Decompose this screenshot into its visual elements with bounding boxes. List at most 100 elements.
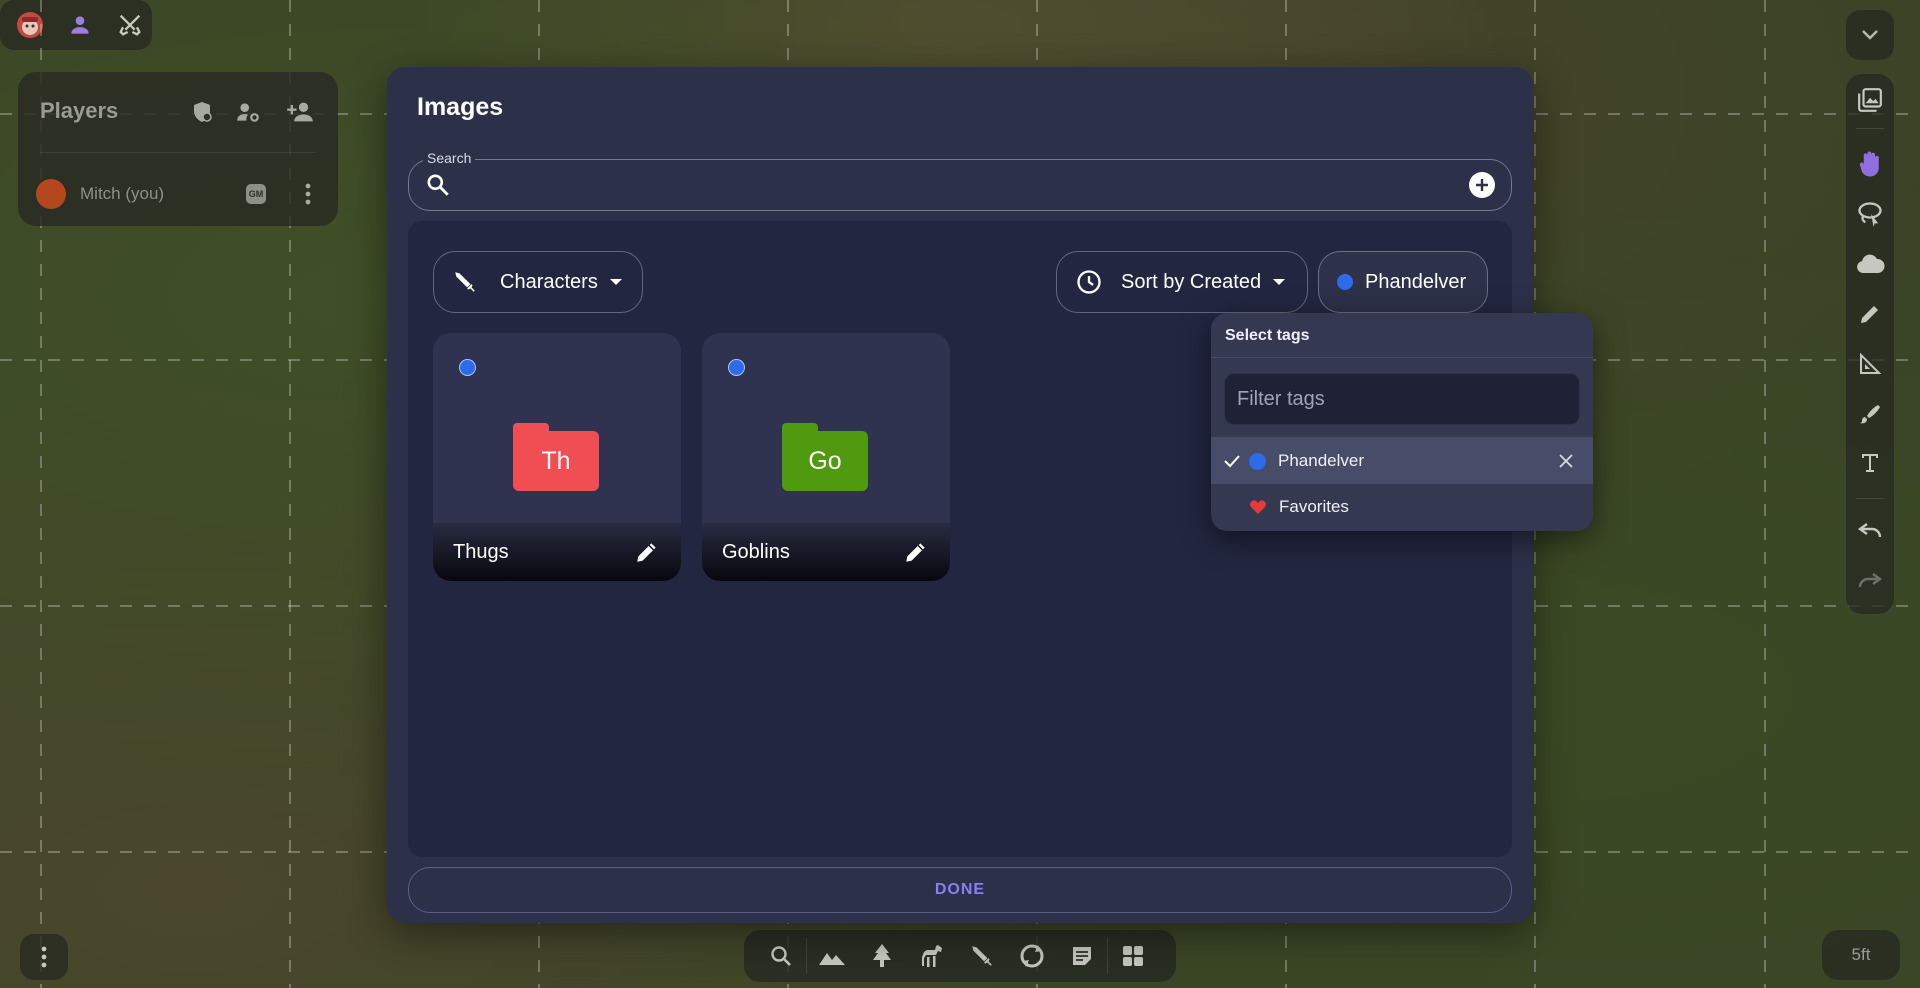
player-name: Mitch (you) <box>80 184 165 203</box>
avatar <box>36 179 66 209</box>
maps-button[interactable] <box>807 934 857 978</box>
players-divider <box>40 152 316 153</box>
undo-icon <box>1857 523 1882 538</box>
redo-icon <box>1858 573 1883 588</box>
players-title: Players <box>40 98 119 123</box>
caret-down-icon <box>609 279 622 285</box>
search-label: Search <box>423 150 476 166</box>
dialog-title: Images <box>417 93 504 121</box>
measure-tool[interactable] <box>1846 342 1894 386</box>
attachments-button[interactable] <box>1007 934 1057 978</box>
move-tool[interactable] <box>1846 142 1894 186</box>
redo-button[interactable] <box>1846 558 1894 602</box>
extensions-button[interactable] <box>1108 934 1158 978</box>
pencil-icon <box>1861 306 1878 323</box>
hand-icon <box>1859 151 1879 177</box>
fog-cloud-tool[interactable] <box>1846 242 1894 286</box>
tag-option-label: Favorites <box>1279 497 1349 516</box>
crossed-swords-icon[interactable] <box>108 3 152 47</box>
brush-icon <box>1860 405 1880 424</box>
card-footer: Thugs <box>433 523 681 581</box>
menu-collapse-button[interactable] <box>1846 10 1894 60</box>
image-icon <box>1858 88 1882 112</box>
images-tool[interactable] <box>1846 78 1894 122</box>
drawing-tool[interactable] <box>1846 292 1894 336</box>
props-button[interactable] <box>857 934 907 978</box>
player-row[interactable]: Mitch (you) GM <box>36 172 320 216</box>
category-select[interactable]: Characters <box>433 251 643 313</box>
add-player-icon[interactable] <box>284 96 316 128</box>
sort-select[interactable]: Sort by Created <box>1056 251 1308 313</box>
tree-icon <box>873 944 891 967</box>
tag-filter-label: Phandelver <box>1365 270 1467 293</box>
category-label: Characters <box>500 270 598 293</box>
tag-filter-button[interactable]: Phandelver <box>1318 251 1488 313</box>
tag-color-dot <box>1337 274 1353 290</box>
folder-card[interactable]: Th Thugs <box>433 333 681 581</box>
shield-icon[interactable] <box>186 96 218 128</box>
search-field: Search <box>408 150 1512 211</box>
pointer-tool[interactable] <box>1846 392 1894 436</box>
search-assets-button[interactable] <box>756 934 806 978</box>
folder-icon: Th <box>513 423 599 491</box>
folder-card[interactable]: Go Goblins <box>702 333 950 581</box>
asset-toolbar <box>744 930 1176 982</box>
more-vert-icon <box>20 934 68 980</box>
text-icon <box>1862 454 1878 472</box>
sword-icon <box>972 946 992 966</box>
filter-tags-field <box>1224 373 1580 425</box>
tag-option-label: Phandelver <box>1278 451 1365 470</box>
add-image-button[interactable] <box>1469 172 1495 198</box>
circle-arrows-icon <box>1020 944 1044 968</box>
app-logo-icon[interactable] <box>8 3 52 47</box>
search-input[interactable] <box>463 166 1423 204</box>
lasso-icon <box>1858 202 1882 227</box>
tools-toolbar <box>1846 74 1894 614</box>
tag-option-favorites[interactable]: Favorites <box>1211 484 1593 530</box>
mountain-icon <box>819 953 845 965</box>
cloud-icon <box>1857 254 1885 273</box>
search-icon <box>425 172 451 198</box>
chevron-down-icon <box>1846 10 1894 60</box>
check-icon <box>1221 454 1243 468</box>
undo-button[interactable] <box>1846 508 1894 552</box>
top-left-toolbar <box>0 0 152 50</box>
more-vert-icon[interactable] <box>296 179 320 209</box>
search-icon <box>771 946 791 966</box>
grid-icon <box>1123 946 1143 966</box>
text-tool[interactable] <box>1846 440 1894 484</box>
characters-button[interactable] <box>957 934 1007 978</box>
plus-icon <box>1476 179 1488 191</box>
edit-icon[interactable] <box>627 532 667 572</box>
notes-button[interactable] <box>1057 934 1107 978</box>
toolbar-divider <box>1856 498 1884 499</box>
folder-initials: Th <box>513 431 599 491</box>
horse-icon <box>922 945 942 967</box>
tag-option-phandelver[interactable]: Phandelver <box>1211 438 1593 484</box>
manage-players-icon[interactable] <box>232 96 264 128</box>
done-button[interactable]: DONE <box>408 867 1512 913</box>
edit-icon[interactable] <box>896 532 936 572</box>
fog-tool[interactable] <box>1846 192 1894 236</box>
ruler-icon <box>1860 352 1882 374</box>
mounts-button[interactable] <box>907 934 957 978</box>
grid-scale-button[interactable]: 5ft <box>1822 930 1900 980</box>
heart-icon <box>1249 499 1267 515</box>
card-footer: Goblins <box>702 523 950 581</box>
tag-color-dot <box>1249 452 1266 470</box>
tag-color-dot <box>459 359 476 376</box>
main-menu-button[interactable] <box>20 934 68 980</box>
filter-tags-input[interactable] <box>1225 374 1579 424</box>
sword-icon <box>455 272 475 292</box>
gm-badge: GM <box>246 184 266 204</box>
folder-icon: Go <box>782 423 868 491</box>
grid-scale-label: 5ft <box>1851 945 1871 964</box>
remove-tag-icon[interactable] <box>1551 446 1581 476</box>
clock-icon <box>1077 270 1101 294</box>
select-tags-menu: Select tags Phandelver Favorites <box>1211 313 1593 531</box>
sort-label: Sort by Created <box>1121 270 1262 293</box>
menu-divider <box>1211 357 1593 358</box>
tag-color-dot <box>728 359 745 376</box>
folder-name: Goblins <box>722 540 790 563</box>
player-icon[interactable] <box>58 3 102 47</box>
